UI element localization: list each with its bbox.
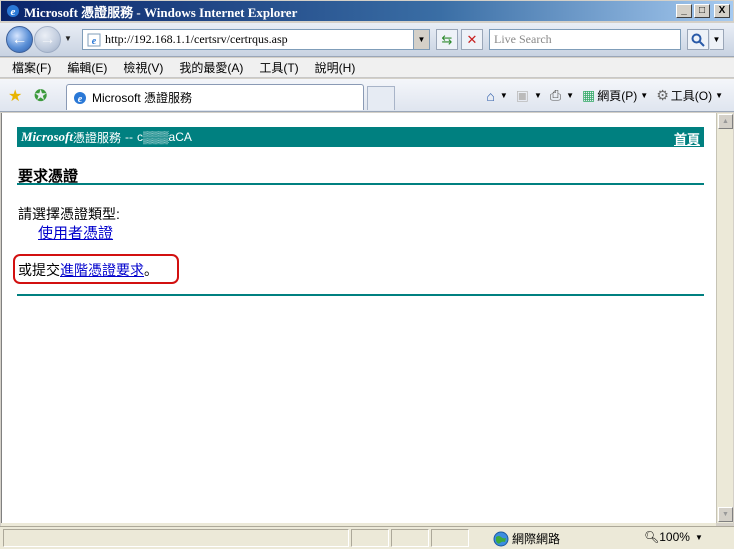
vertical-scrollbar[interactable]: ▲ ▼: [716, 113, 733, 523]
rss-icon: ▣: [515, 87, 529, 103]
certsrv-header: Microsoft 憑證服務 -- c▒▒▒aCA 首頁: [17, 127, 704, 147]
ie-logo-icon: e: [7, 5, 19, 18]
zoom-dropdown-icon[interactable]: ▼: [695, 533, 703, 542]
svg-text:e: e: [92, 36, 97, 47]
tools-menu-label: 工具(O): [670, 89, 713, 103]
status-pane: [391, 529, 429, 547]
zone-label: 網際網路: [512, 532, 561, 546]
menu-tools[interactable]: 工具(T): [251, 59, 306, 76]
window-title: Microsoft 憑證服務 - Windows Internet Explor…: [24, 4, 298, 20]
search-button[interactable]: [687, 29, 709, 50]
home-link[interactable]: 首頁: [674, 129, 700, 148]
page-menu-button[interactable]: ▦ 網頁(P) ▼: [579, 86, 651, 105]
menu-view[interactable]: 檢視(V): [115, 59, 171, 76]
ca-name: c▒▒▒aCA: [137, 130, 192, 144]
status-pane: [351, 529, 389, 547]
add-favorites-icon[interactable]: ✪: [34, 86, 47, 106]
address-toolbar: ← → ▼ e http://192.168.1.1/certsrv/certr…: [0, 23, 734, 57]
address-bar[interactable]: e http://192.168.1.1/certsrv/certrqus.as…: [82, 29, 430, 50]
refresh-icon: ⇆: [441, 31, 453, 47]
menu-help[interactable]: 說明(H): [307, 59, 364, 76]
url-text[interactable]: http://192.168.1.1/certsrv/certrqus.asp: [105, 32, 288, 47]
history-dropdown-icon[interactable]: ▼: [64, 34, 72, 43]
security-zone[interactable]: 網際網路: [471, 530, 560, 547]
divider: [17, 183, 704, 185]
home-icon: ⌂: [486, 87, 495, 104]
close-button[interactable]: X: [714, 4, 730, 18]
search-options-dropdown-icon[interactable]: ▼: [710, 29, 724, 50]
forward-button[interactable]: →: [34, 26, 61, 53]
cert-type-prompt: 請選擇憑證類型:: [18, 206, 120, 222]
globe-icon: [493, 531, 509, 546]
status-bar: 網際網路 🔍︎ 100% ▼: [0, 526, 734, 549]
back-button[interactable]: ←: [6, 26, 33, 53]
scroll-down-icon[interactable]: ▼: [718, 507, 733, 522]
page-icon: e: [87, 33, 101, 47]
back-arrow-icon: ←: [11, 30, 28, 48]
service-name: 憑證服務: [73, 130, 122, 145]
status-text-pane: [3, 529, 349, 547]
svg-text:e: e: [11, 6, 16, 18]
scroll-up-icon[interactable]: ▲: [718, 114, 733, 129]
zoom-level: 100%: [659, 530, 690, 544]
zoom-icon: 🔍︎: [644, 530, 660, 544]
stop-button[interactable]: ✕: [461, 29, 483, 50]
new-tab-button[interactable]: [367, 86, 395, 110]
maximize-button[interactable]: □: [694, 4, 710, 18]
favorites-star-icon[interactable]: ★: [8, 86, 22, 106]
address-dropdown-icon[interactable]: ▼: [413, 30, 429, 49]
status-pane: [431, 529, 469, 547]
page-menu-icon: ▦: [582, 87, 596, 103]
svg-text:e: e: [78, 94, 83, 105]
print-button[interactable]: ⎙ ▼: [547, 86, 577, 105]
gear-icon: ⚙: [656, 87, 669, 103]
highlight-annotation: [13, 254, 179, 284]
page-menu-label: 網頁(P): [597, 89, 638, 103]
tools-menu-button[interactable]: ⚙ 工具(O) ▼: [653, 86, 726, 105]
brand-name: Microsoft: [21, 129, 73, 144]
tab-active[interactable]: e Microsoft 憑證服務: [66, 84, 364, 110]
forward-arrow-icon: →: [39, 30, 56, 48]
tab-title: Microsoft 憑證服務: [92, 91, 193, 105]
feeds-button[interactable]: ▣ ▼: [513, 86, 545, 105]
refresh-button[interactable]: ⇆: [436, 29, 458, 50]
divider: [17, 294, 704, 296]
user-certificate-link[interactable]: 使用者憑證: [38, 222, 113, 243]
page-icon: e: [74, 91, 86, 105]
stop-icon: ✕: [466, 31, 478, 47]
printer-icon: ⎙: [549, 87, 562, 103]
menu-edit[interactable]: 編輯(E): [59, 59, 115, 76]
menu-file[interactable]: 檔案(F): [4, 59, 59, 76]
search-icon: [691, 33, 705, 47]
page-viewport: Microsoft 憑證服務 -- c▒▒▒aCA 首頁 要求憑證 請選擇憑證類…: [1, 113, 716, 523]
title-bar: e Microsoft 憑證服務 - Windows Internet Expl…: [0, 0, 734, 22]
search-input[interactable]: Live Search: [489, 29, 681, 50]
tab-toolbar: ★ ✪ e Microsoft 憑證服務 ⌂ ▼ ▣ ▼ ⎙ ▼ ▦ 網頁(P) ▼ ⚙ 工…: [0, 79, 734, 112]
minimize-button[interactable]: _: [676, 4, 692, 18]
menu-favorites[interactable]: 我的最愛(A): [171, 59, 251, 76]
zoom-control[interactable]: 🔍︎ 100% ▼: [644, 530, 703, 544]
header-separator: --: [125, 130, 134, 144]
menu-bar: 檔案(F) 編輯(E) 檢視(V) 我的最愛(A) 工具(T) 說明(H): [0, 58, 734, 78]
home-button[interactable]: ⌂ ▼: [483, 87, 510, 105]
